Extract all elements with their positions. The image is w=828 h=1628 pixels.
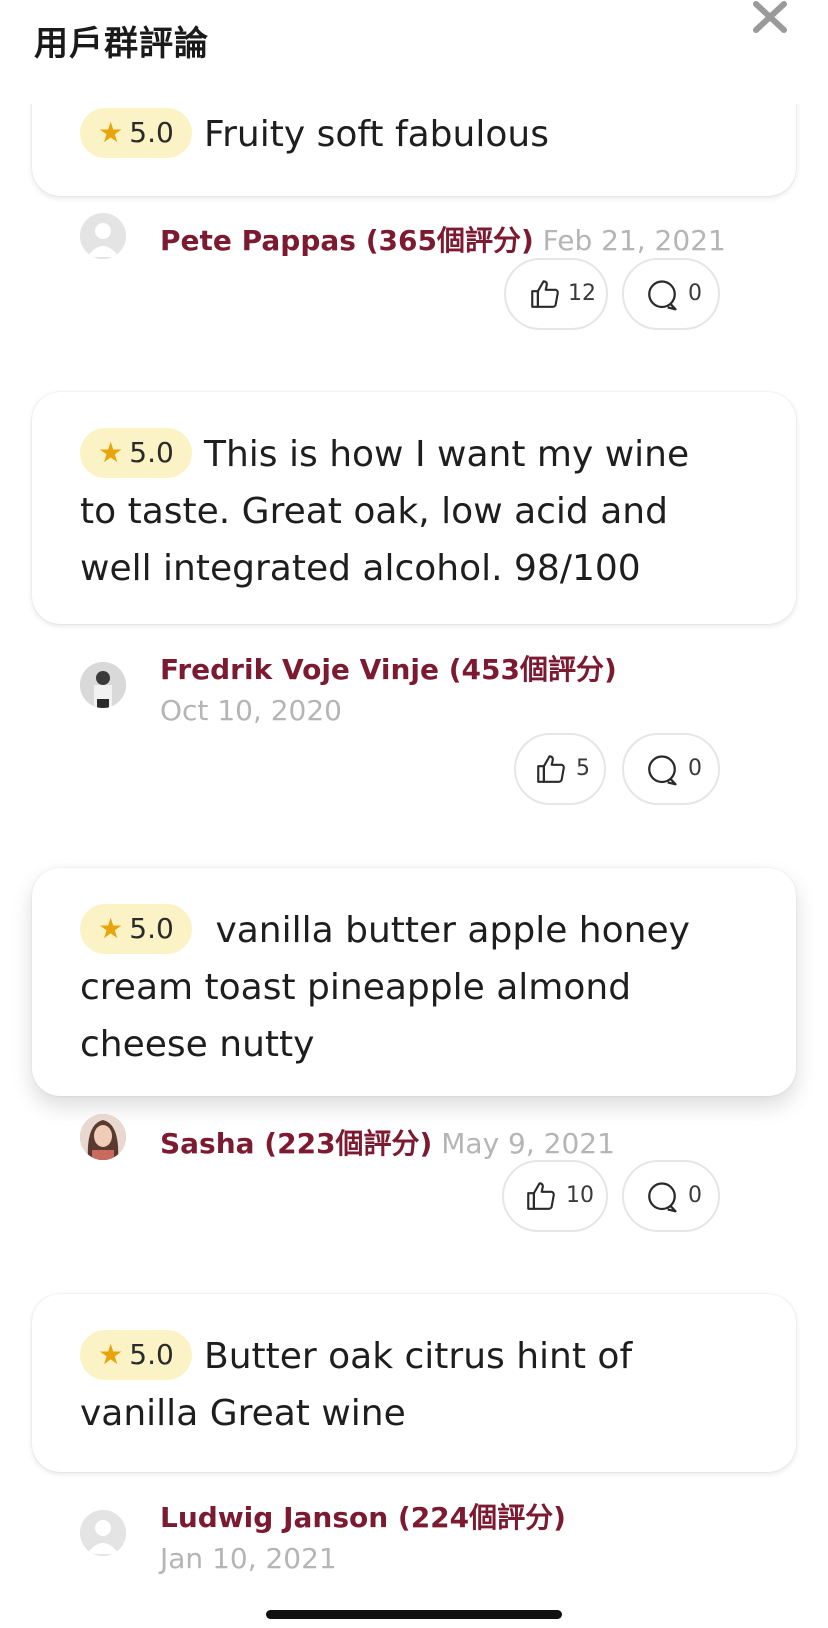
review-date-line: Oct 10, 2020 [160,694,342,727]
review-date: Feb 21, 2021 [542,224,726,257]
like-count: 5 [576,756,590,781]
home-indicator[interactable] [266,1610,562,1619]
like-button[interactable]: 5 [514,733,606,805]
comment-icon [644,1179,680,1219]
review-card: ★ 5.0 This is how I want my wine to taste.… [32,392,796,624]
thumbs-up-icon [524,1179,558,1217]
comment-button[interactable]: 0 [622,258,720,330]
avatar[interactable] [80,213,126,259]
review-card: ★ 5.0 vanilla butter apple honey cream to… [32,868,796,1096]
review-date: May 9, 2021 [441,1127,615,1160]
rating-score: 5.0 [129,1338,174,1371]
review-meta: Sasha (223個評分) May 9, 2021 [160,1122,615,1162]
review-text: Fruity soft fabulous [204,114,549,155]
avatar[interactable] [80,1114,126,1160]
like-button[interactable]: 10 [502,1160,608,1232]
comment-icon [644,752,680,792]
review-date-line: Jan 10, 2021 [160,1542,337,1575]
thumbs-up-icon [534,752,568,790]
like-count: 10 [566,1183,594,1208]
star-icon: ★ [98,436,124,469]
comment-button[interactable]: 0 [622,733,720,805]
avatar[interactable] [80,662,126,708]
comment-count: 0 [688,756,702,781]
like-button[interactable]: 12 [504,258,608,330]
modal-header: 用戶群評論 [0,0,828,104]
review-card: ★ 5.0 Butter oak citrus hint of vanilla Gr… [32,1294,796,1472]
review-date: Jan 10, 2021 [160,1542,337,1575]
rating-badge: ★ 5.0 [80,108,192,158]
review-date: Oct 10, 2020 [160,694,342,727]
rating-badge: ★ 5.0 [80,428,192,478]
rating-score: 5.0 [129,436,174,469]
review-meta: Ludwig Janson (224個評分) [160,1496,566,1536]
rating-badge: ★ 5.0 [80,904,192,954]
rating-badge: ★ 5.0 [80,1330,192,1380]
author-name[interactable]: Fredrik Voje Vinje (453個評分) [160,653,617,686]
comment-count: 0 [688,281,702,306]
review-meta: Fredrik Voje Vinje (453個評分) [160,648,617,688]
comment-button[interactable]: 0 [622,1160,720,1232]
author-name[interactable]: Sasha (223個評分) [160,1127,432,1160]
author-name[interactable]: Pete Pappas (365個評分) [160,224,534,257]
star-icon: ★ [98,116,124,149]
rating-score: 5.0 [129,912,174,945]
review-meta: Pete Pappas (365個評分) Feb 21, 2021 [160,219,726,259]
avatar[interactable] [80,1510,126,1556]
author-name[interactable]: Ludwig Janson (224個評分) [160,1501,566,1534]
comment-icon [644,277,680,317]
close-icon [748,0,792,36]
star-icon: ★ [98,1338,124,1371]
comment-count: 0 [688,1183,702,1208]
thumbs-up-icon [528,277,562,315]
like-count: 12 [568,281,596,306]
page-title: 用戶群評論 [34,24,209,64]
star-icon: ★ [98,912,124,945]
close-button[interactable] [748,0,792,36]
rating-score: 5.0 [129,116,174,149]
